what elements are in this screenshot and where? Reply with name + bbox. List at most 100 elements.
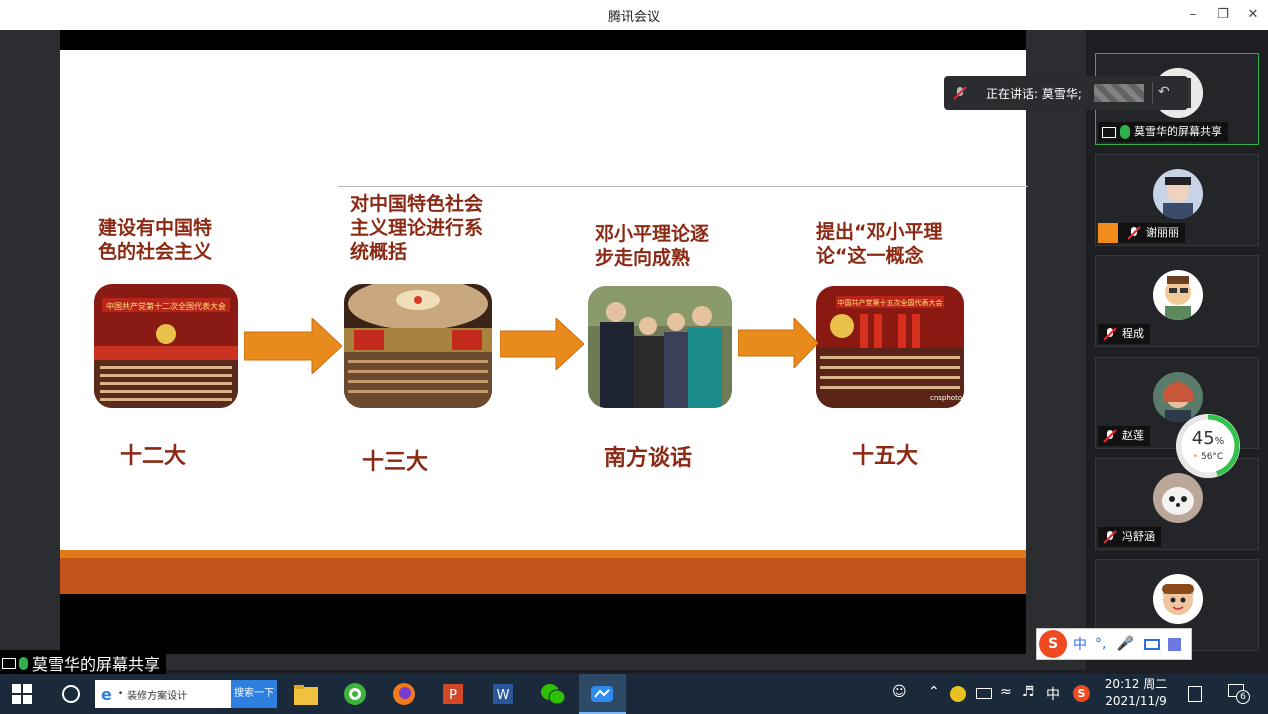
screen-share-owner: 莫雪华的屏幕共享 [32, 655, 161, 674]
svg-text:P: P [449, 688, 457, 703]
security-icon[interactable] [950, 686, 966, 702]
slide-heading-2: 对中国特色社会 主义理论进行系 统概括 [350, 193, 484, 263]
divider [1152, 82, 1153, 104]
presentation-slide: 建设有中国特 色的社会主义 对中国特色社会 主义理论进行系 统概括 邓小平理论逐 步走向… [60, 50, 1028, 594]
sogou-tray-icon[interactable]: S [1073, 685, 1090, 702]
cortana-icon[interactable] [62, 685, 80, 703]
screen-share-icon [2, 657, 16, 669]
congress-12-banner: 中国共产党第十二次全国代表大会 [106, 301, 226, 311]
wechat-icon[interactable] [540, 682, 566, 706]
screen-share-label: 莫雪华的屏幕共享 [0, 650, 167, 674]
avatar [1153, 270, 1203, 320]
user-icon [1098, 223, 1118, 243]
participant-name: 谢丽丽 [1146, 226, 1179, 239]
taskbar-clock[interactable]: 20:12 周二 2021/11/9 [1098, 676, 1174, 710]
participant-tile-3[interactable]: 程成 [1095, 255, 1259, 347]
tray-expand-icon[interactable]: ⌃ [928, 684, 940, 700]
gauge-temp: 56°C [1200, 452, 1224, 462]
dot-icon: • [117, 689, 124, 699]
southern-tour-photo [588, 286, 732, 408]
slide-footer-bar [60, 558, 1026, 594]
people-icon[interactable]: ☺ [892, 684, 907, 700]
avatar [1153, 473, 1203, 523]
ime-toolbar[interactable]: S 中 °, 🎤 [1036, 628, 1192, 660]
ime-mode[interactable]: 中 [1073, 634, 1087, 654]
arrow-right-3 [738, 318, 818, 368]
avatar [1153, 574, 1203, 624]
ime-lang-indicator[interactable]: 中 [1046, 684, 1060, 704]
return-icon[interactable]: ↶ [1158, 84, 1170, 100]
blurred-name [1094, 84, 1144, 102]
participant-name: 莫雪华的屏幕共享 [1134, 125, 1222, 138]
label-13th-congress: 十三大 [362, 450, 429, 475]
congress-12-photo: 中国共产党第十二次全国代表大会 [94, 284, 238, 408]
performance-gauge[interactable]: 45% • 56°C [1176, 414, 1240, 478]
mic-active-icon [19, 656, 28, 670]
word-icon[interactable]: W [491, 682, 515, 706]
arrow-right-2 [500, 318, 584, 370]
clock-date: 2021/11/9 [1105, 694, 1167, 708]
mic-muted-icon [1127, 226, 1141, 240]
gauge-unit: % [1214, 436, 1225, 447]
restore-icon[interactable]: ❐ [1212, 4, 1234, 26]
tencent-meeting-icon [591, 686, 613, 702]
search-button[interactable]: 搜索一下 [231, 680, 277, 708]
participant-name: 冯舒涵 [1122, 530, 1155, 543]
tencent-meeting-taskbar-item[interactable] [579, 674, 626, 714]
congress-15-photo: 中国共产党第十五次全国代表大会 cnsphoto [816, 286, 964, 408]
label-southern-tour: 南方谈话 [604, 446, 693, 471]
title-bar: 腾讯会议 – ❐ ✕ [0, 0, 1268, 30]
file-explorer-icon[interactable] [294, 683, 318, 707]
ime-punct[interactable]: °, [1095, 636, 1106, 652]
keyboard-icon[interactable] [1143, 638, 1160, 650]
minimize-icon[interactable]: – [1182, 4, 1204, 26]
speaking-indicator: 正在讲话: 莫雪华; ↶ [944, 76, 1188, 110]
mic-muted-icon [1103, 327, 1117, 341]
congress-13-photo [344, 284, 492, 408]
avatar [1153, 169, 1203, 219]
window-title: 腾讯会议 [607, 10, 660, 25]
slide-divider-line [338, 186, 1028, 187]
participant-tile-2[interactable]: 谢丽丽 [1095, 154, 1259, 246]
arrow-right-1 [244, 318, 342, 374]
speaking-label: 正在讲话: 莫雪华; [986, 87, 1082, 101]
slide-footer-stripe [60, 550, 1026, 558]
participant-name-bar: 谢丽丽 [1098, 223, 1185, 243]
thermometer-icon: • [1192, 452, 1199, 462]
browser-360-icon[interactable] [343, 682, 367, 706]
taskbar-search-input[interactable]: e • 装修方案设计 [95, 680, 231, 708]
wifi-icon[interactable]: ≈ [1000, 684, 1012, 700]
grid-icon[interactable] [1167, 637, 1181, 651]
slide-heading-1: 建设有中国特 色的社会主义 [98, 217, 213, 263]
firefox-icon[interactable] [392, 682, 416, 706]
label-12th-congress: 十二大 [120, 444, 187, 469]
clock-time: 20:12 周二 [1104, 677, 1168, 691]
battery-icon[interactable] [976, 688, 992, 699]
photo-watermark: cnsphoto [930, 394, 962, 402]
screen-share-icon [1102, 126, 1116, 138]
participant-name-bar: 程成 [1098, 324, 1150, 344]
search-placeholder: 装修方案设计 [127, 690, 188, 702]
notes-icon[interactable] [1188, 686, 1202, 702]
label-15th-congress: 十五大 [852, 444, 919, 469]
congress-15-banner: 中国共产党第十五次全国代表大会 [838, 298, 943, 307]
participant-name-bar: 莫雪华的屏幕共享 [1098, 122, 1228, 142]
slide-heading-4: 提出“邓小平理 论“这一概念 [816, 221, 943, 267]
mic-active-icon [1120, 125, 1130, 139]
volume-icon[interactable]: ♬ [1022, 684, 1035, 700]
notification-count: 6 [1236, 690, 1250, 704]
action-center-icon[interactable]: 6 [1228, 684, 1250, 704]
mic-muted-icon [1103, 429, 1117, 443]
participant-name-bar: 冯舒涵 [1098, 527, 1161, 547]
slide-heading-3: 邓小平理论逐 步走向成熟 [595, 223, 710, 269]
participant-name: 程成 [1122, 327, 1144, 340]
mic-icon[interactable]: 🎤 [1116, 636, 1133, 652]
svg-text:W: W [497, 688, 510, 703]
participant-name-bar: 赵莲 [1098, 426, 1150, 446]
windows-start-icon[interactable] [12, 684, 32, 704]
powerpoint-icon[interactable]: P [441, 682, 465, 706]
participant-name: 赵莲 [1122, 429, 1144, 442]
sogou-icon[interactable]: S [1039, 630, 1067, 658]
close-icon[interactable]: ✕ [1242, 4, 1264, 26]
ie-icon: e [101, 684, 112, 704]
